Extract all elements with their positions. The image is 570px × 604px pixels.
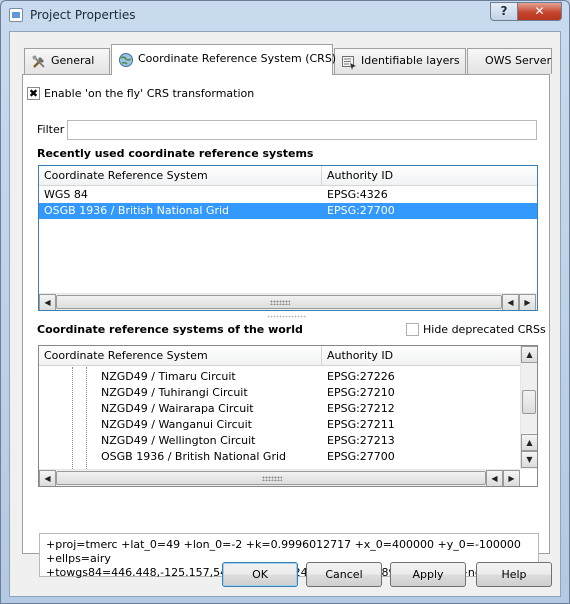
world-row[interactable]: NZGD49 / Wairarapa Circuit EPSG:27212 [39,401,520,417]
recent-row-selected[interactable]: OSGB 1936 / British National Grid EPSG:2… [39,203,537,219]
enable-otf-label: Enable 'on the fly' CRS transformation [44,87,255,100]
recent-row-id: EPSG:27700 [327,204,395,217]
scroll-right-icon[interactable]: ▶ [519,294,536,310]
filter-input[interactable] [67,120,537,140]
world-row-id: EPSG:27226 [327,370,395,383]
world-crs-title: Coordinate reference systems of the worl… [37,323,303,336]
tab-general-label: General [51,54,95,67]
title-bar[interactable]: Project Properties ? ✕ [1,1,569,31]
world-row-name: NZGD49 / Timaru Circuit [101,370,236,383]
recent-row-name: OSGB 1936 / British National Grid [44,204,230,217]
cancel-button[interactable]: Cancel [306,562,382,587]
hide-deprecated-label: Hide deprecated CRSs [423,323,546,336]
world-hscroll-thumb[interactable] [56,471,486,485]
window-title: Project Properties [30,8,136,22]
scroll-down-icon[interactable]: ▼ [521,451,537,468]
scroll-right-icon[interactable]: ▶ [503,470,520,486]
world-header-crs[interactable]: Coordinate Reference System [39,346,322,366]
scroll-left-icon[interactable]: ◀ [502,294,519,310]
help-title-button[interactable]: ? [490,2,518,21]
world-vertical-scrollbar[interactable]: ▲ ▲ ▼ [520,346,537,469]
recent-row[interactable]: WGS 84 EPSG:4326 [39,187,537,203]
apply-button[interactable]: Apply [390,562,466,587]
crs-panel: ✖ Enable 'on the fly' CRS transformation… [22,74,550,579]
world-row[interactable]: NZGD49 / Wanganui Circuit EPSG:27211 [39,417,520,433]
grip-icon [262,476,282,481]
world-crs-table[interactable]: Coordinate Reference System Authority ID… [38,345,538,487]
hide-deprecated-checkbox[interactable] [406,323,419,336]
identify-icon [342,56,356,70]
scroll-up-icon[interactable]: ▲ [521,434,537,451]
recent-header-crs[interactable]: Coordinate Reference System [39,166,322,186]
world-row-id: EPSG:27210 [327,386,395,399]
tab-ows-server-label: OWS Server [485,54,552,67]
world-header-authority[interactable]: Authority ID [322,346,520,366]
world-row-name: NZGD49 / Wanganui Circuit [101,418,252,431]
world-horizontal-scrollbar[interactable]: ◀ ◀ ▶ [39,469,520,486]
scroll-left-icon[interactable]: ◀ [39,470,56,486]
tab-general[interactable]: General [24,48,110,74]
help-button[interactable]: Help [476,562,552,587]
tab-identifiable-layers-label: Identifiable layers [361,54,460,67]
dialog-body: General Coordinate Reference System (CRS… [9,31,561,597]
ok-button[interactable]: OK [222,562,298,587]
recent-row-id: EPSG:4326 [327,188,388,201]
world-row[interactable]: OSGB 1936 / British National Grid EPSG:2… [39,449,520,463]
world-row[interactable]: NZGD49 / Tuhirangi Circuit EPSG:27210 [39,385,520,401]
world-row-name: OSGB 1936 / British National Grid [101,450,287,463]
tab-crs[interactable]: Coordinate Reference System (CRS) [111,44,337,75]
recent-crs-title: Recently used coordinate reference syste… [37,147,314,160]
close-button[interactable]: ✕ [517,2,562,21]
recent-table-header: Coordinate Reference System Authority ID [39,166,537,186]
world-row-name: NZGD49 / Wairarapa Circuit [101,402,254,415]
world-row-id: EPSG:27213 [327,434,395,447]
recent-row-name: WGS 84 [44,188,88,201]
filter-label: Filter [37,123,65,136]
recent-header-authority[interactable]: Authority ID [322,166,537,186]
world-table-header: Coordinate Reference System Authority ID [39,346,520,366]
world-row-id: EPSG:27212 [327,402,395,415]
enable-otf-checkbox[interactable]: ✖ [27,87,40,100]
tab-crs-label: Coordinate Reference System (CRS) [138,52,337,65]
world-row-id: EPSG:27211 [327,418,395,431]
world-row[interactable]: NZGD49 / Timaru Circuit EPSG:27226 [39,369,520,385]
world-vscroll-thumb[interactable] [522,390,536,414]
scroll-left-icon[interactable]: ◀ [486,470,503,486]
scroll-up-icon[interactable]: ▲ [521,346,537,363]
app-icon [9,8,23,22]
globe-icon [119,53,133,67]
tab-ows-server[interactable]: OWS Server [467,48,552,74]
tools-icon [32,55,45,68]
world-row[interactable]: NZGD49 / Wellington Circuit EPSG:27213 [39,433,520,449]
world-row-id: EPSG:27700 [327,450,395,463]
splitter-handle[interactable] [267,315,307,318]
recent-crs-table[interactable]: Coordinate Reference System Authority ID… [38,165,538,311]
project-properties-window: Project Properties ? ✕ General Coordinat… [0,0,570,604]
tab-identifiable-layers[interactable]: Identifiable layers [334,48,466,74]
grip-icon [270,300,290,305]
world-row-name: NZGD49 / Wellington Circuit [101,434,256,447]
scroll-left-icon[interactable]: ◀ [39,294,56,310]
recent-scroll-thumb[interactable] [56,295,502,309]
world-row-name: NZGD49 / Tuhirangi Circuit [101,386,248,399]
recent-horizontal-scrollbar[interactable]: ◀ ◀ ▶ [39,293,537,310]
